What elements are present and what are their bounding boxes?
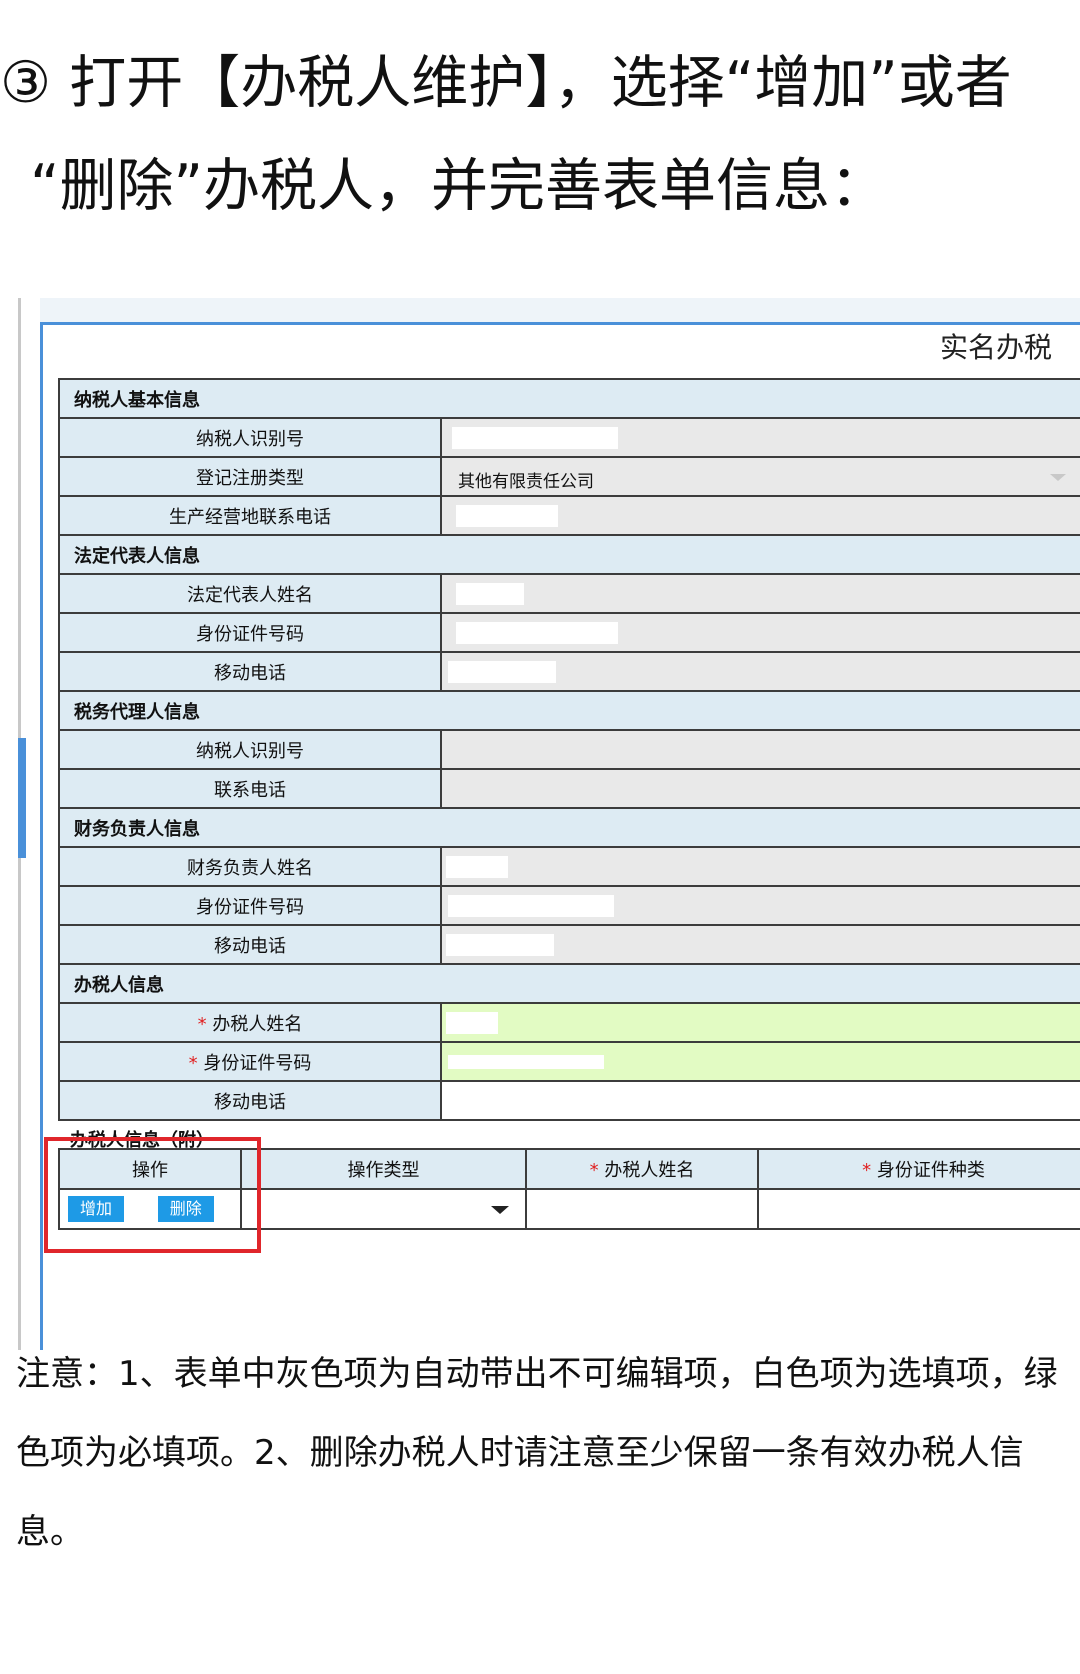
section-header-row: 法定代表人信息 [58,534,1080,575]
field-row: 移动电话 [58,1080,1080,1121]
field-label: 移动电话 [58,1080,442,1121]
side-collapse-tab[interactable] [18,738,26,858]
field-row: 移动电话 [58,651,1080,692]
handler-id-input[interactable] [440,1041,1080,1082]
required-mark: * [188,1052,198,1074]
legal-rep-id-field [440,612,1080,653]
redacted-value [446,856,508,878]
required-mark: * [197,1013,207,1035]
finance-head-id-field [440,885,1080,926]
window-top-strip [40,298,1080,322]
column-header-id-type: * 身份证件种类 [757,1148,1080,1190]
agent-taxpayer-id-field [440,729,1080,770]
redacted-value [448,661,556,683]
highlight-box [44,1137,261,1253]
field-row: 联系电话 [58,768,1080,809]
field-label: 纳税人识别号 [58,729,442,770]
operation-type-select[interactable] [240,1188,527,1230]
registration-type-value: 其他有限责任公司 [458,472,594,492]
field-row: 生产经营地联系电话 [58,495,1080,536]
heading-line-2: “删除”办税人，并完善表单信息： [30,153,888,219]
handler-name-input[interactable] [440,1002,1080,1043]
field-row: 身份证件号码 [58,612,1080,653]
field-label: 身份证件号码 [58,612,442,653]
section-title-finance: 财务负责人信息 [58,807,1080,848]
redacted-value [446,934,554,956]
field-label: 登记注册类型 [58,456,442,497]
handler-mobile-input[interactable] [440,1080,1080,1121]
field-row: 财务负责人姓名 [58,846,1080,887]
column-header-text: 办税人姓名 [604,1160,695,1181]
registration-type-select: 其他有限责任公司 [440,456,1080,497]
section-title-legal: 法定代表人信息 [58,534,1080,575]
instruction-heading: ③ 打开【办税人维护】，选择“增加”或者 “删除”办税人，并完善表单信息： [0,32,1080,238]
field-row: * 办税人姓名 [58,1002,1080,1043]
heading-line-1: ③ 打开【办税人维护】，选择“增加”或者 [0,50,1012,116]
business-phone-field [440,495,1080,536]
field-row: 法定代表人姓名 [58,573,1080,614]
field-label: 法定代表人姓名 [58,573,442,614]
legal-rep-mobile-field [440,651,1080,692]
field-label: * 身份证件号码 [58,1041,442,1082]
chevron-down-icon [491,1206,509,1214]
redacted-value [452,427,618,449]
id-type-select[interactable] [757,1188,1080,1230]
column-header-text: 身份证件种类 [876,1160,985,1181]
field-row: 登记注册类型 其他有限责任公司 [58,456,1080,497]
required-mark: * [862,1160,872,1181]
column-header-handler-name: * 办税人姓名 [525,1148,759,1190]
field-row: 纳税人识别号 [58,417,1080,458]
section-title-handler: 办税人信息 [58,963,1080,1004]
note-text: 注意：1、表单中灰色项为自动带出不可编辑项，白色项为选填项，绿色项为必填项。2、… [16,1354,1058,1552]
section-header-row: 纳税人基本信息 [58,378,1080,419]
field-row: 纳税人识别号 [58,729,1080,770]
finance-head-mobile-field [440,924,1080,965]
section-header-row: 税务代理人信息 [58,690,1080,731]
redacted-value [446,1012,498,1034]
required-mark: * [589,1160,599,1181]
handler-name-cell-input[interactable] [525,1188,759,1230]
section-title-basic: 纳税人基本信息 [58,378,1080,419]
chevron-down-icon [1050,474,1066,481]
agent-phone-field [440,768,1080,809]
redacted-value [448,1055,604,1069]
finance-head-name-field [440,846,1080,887]
taxpayer-id-field [440,417,1080,458]
column-header-operation-type: 操作类型 [240,1148,527,1190]
field-label: 财务负责人姓名 [58,846,442,887]
redacted-value [456,622,618,644]
field-row: * 身份证件号码 [58,1041,1080,1082]
section-header-row: 办税人信息 [58,963,1080,1004]
redacted-value [456,505,558,527]
field-label: 纳税人识别号 [58,417,442,458]
field-label: 身份证件号码 [58,885,442,926]
field-row: 身份证件号码 [58,885,1080,926]
section-header-row: 财务负责人信息 [58,807,1080,848]
field-label: * 办税人姓名 [58,1002,442,1043]
redacted-value [456,583,524,605]
taxpayer-form-table: 纳税人基本信息 纳税人识别号 登记注册类型 其他有限责任公司 生产经营地联系电话… [58,378,1080,1121]
field-label-text: 身份证件号码 [203,1052,312,1074]
legal-rep-name-field [440,573,1080,614]
field-label: 移动电话 [58,651,442,692]
section-title-agent: 税务代理人信息 [58,690,1080,731]
form-title: 实名办税 [940,331,1053,364]
field-label-text: 办税人姓名 [212,1013,303,1035]
redacted-value [448,895,614,917]
field-row: 移动电话 [58,924,1080,965]
field-label: 生产经营地联系电话 [58,495,442,536]
field-label: 移动电话 [58,924,442,965]
field-label: 联系电话 [58,768,442,809]
